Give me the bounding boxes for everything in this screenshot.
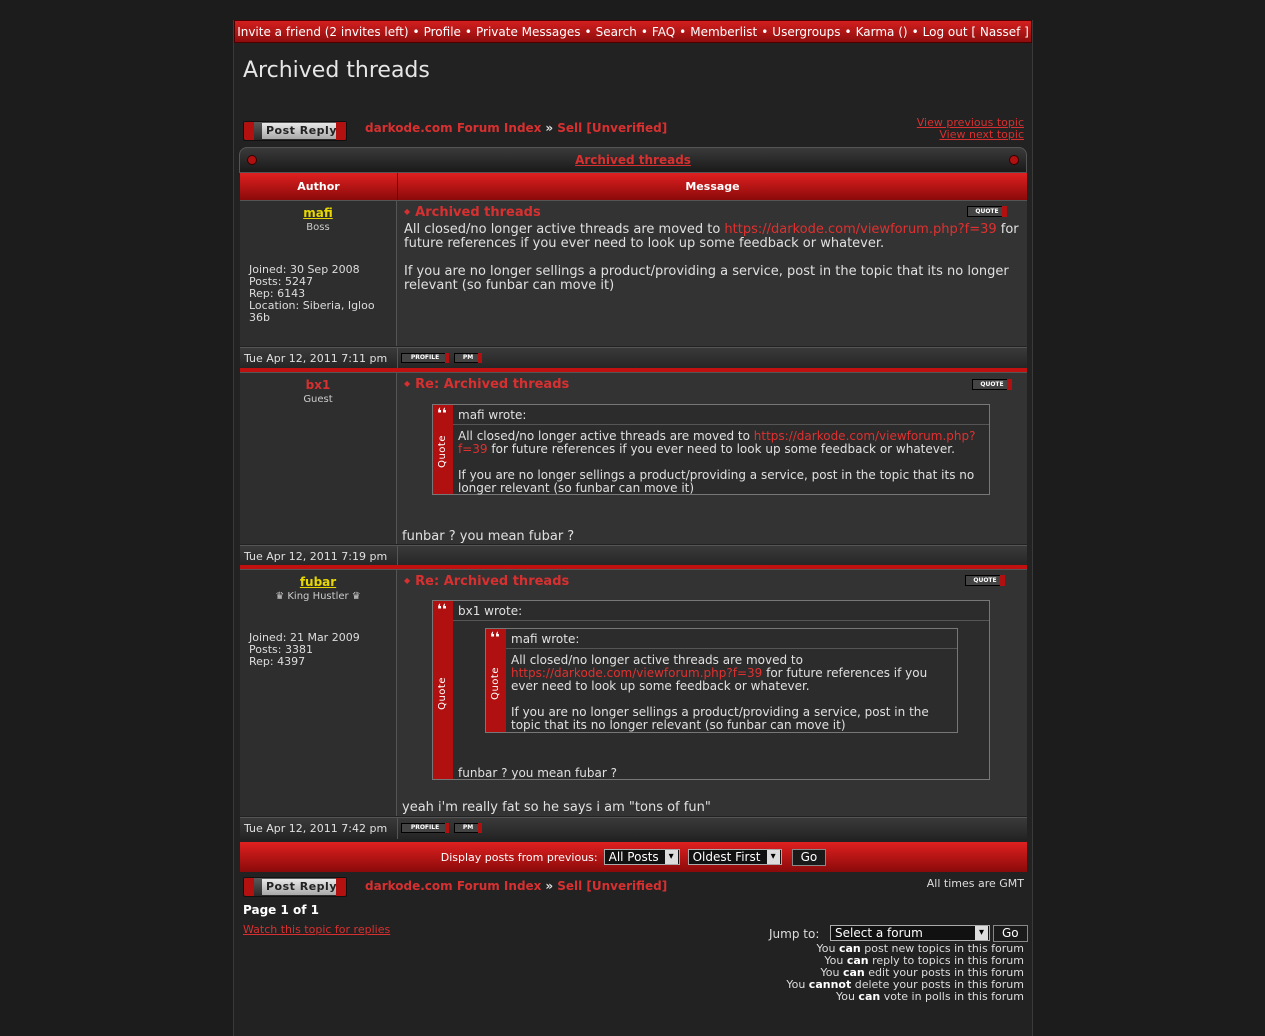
post-body: yeah i'm really fat so he says i am "ton… [402, 800, 711, 815]
author-username[interactable]: fubar [240, 575, 396, 589]
post-footer: Tue Apr 12, 2011 7:42 pm PROFILE PM [240, 817, 1027, 839]
quote-author: mafi wrote: [453, 405, 989, 425]
display-label: Display posts from previous: [440, 850, 598, 864]
nav-profile[interactable]: Profile [424, 25, 461, 39]
nav-usergroups[interactable]: Usergroups [772, 25, 840, 39]
page-title: Archived threads [243, 58, 430, 83]
quote-button[interactable]: QUOTE [965, 575, 1005, 586]
post-message: Archived threads All closed/no longer ac… [398, 201, 1027, 346]
quote-author: bx1 wrote: [453, 601, 989, 621]
post-footer: Tue Apr 12, 2011 7:19 pm [240, 545, 1027, 567]
quote-label: Quote [490, 667, 501, 700]
post-timestamp: Tue Apr 12, 2011 7:42 pm [244, 822, 388, 835]
quote-label: Quote [437, 435, 448, 468]
pm-button[interactable]: PM [454, 353, 482, 363]
quote-author: mafi wrote: [506, 629, 957, 649]
author-info: Joined: 21 Mar 2009 Posts: 3381 Rep: 439… [249, 631, 360, 668]
post-title: Re: Archived threads [404, 377, 1021, 392]
breadcrumb: darkode.com Forum Index» Sell [Unverified… [365, 121, 668, 135]
author-rank: ♛ King Hustler ♛ [275, 591, 361, 602]
pagination: Page 1 of 1 [243, 903, 319, 917]
column-message: Message [398, 173, 1027, 200]
nav-private-messages[interactable]: Private Messages [476, 25, 581, 39]
post-title: Re: Archived threads [404, 574, 1021, 589]
permission-line: You can vote in polls in this forum [835, 990, 1024, 1003]
breadcrumb-bottom: darkode.com Forum Index» Sell [Unverified… [365, 879, 668, 893]
quote-block-inner: ❛❛ Quote mafi wrote: All closed/no longer… [485, 628, 958, 733]
forum-permissions: You can post new topics in this forum Yo… [786, 943, 1024, 1003]
timezone-note: All times are GMT [926, 877, 1024, 890]
quote-body: All closed/no longer active threads are … [458, 429, 976, 495]
quote-button[interactable]: QUOTE [972, 379, 1012, 390]
breadcrumb-forum-index[interactable]: darkode.com Forum Index [365, 879, 541, 893]
nav-invite[interactable]: Invite a friend (2 invites left) [237, 25, 408, 39]
author-username[interactable]: bx1 [240, 378, 396, 392]
decorative-dot-icon [247, 155, 257, 165]
nav-search[interactable]: Search [596, 25, 637, 39]
post-timestamp: Tue Apr 12, 2011 7:19 pm [244, 550, 388, 563]
nav-logout[interactable]: Log out [ Nassef ] [923, 25, 1029, 39]
jump-to-select[interactable]: Select a forum [830, 925, 990, 941]
nav-memberlist[interactable]: Memberlist [690, 25, 757, 39]
quote-body: funbar ? you mean fubar ? [458, 766, 617, 780]
author-rank: Boss [306, 222, 330, 233]
view-next-topic-link[interactable]: View next topic [917, 129, 1024, 141]
post-author-panel: fubar ♛ King Hustler ♛ Joined: 21 Mar 20… [240, 570, 397, 816]
display-go-button[interactable]: Go [791, 848, 827, 866]
post-footer: Tue Apr 12, 2011 7:11 pm PROFILE PM [240, 347, 1027, 369]
quote-button[interactable]: QUOTE [967, 206, 1007, 217]
post-link[interactable]: https://darkode.com/viewforum.php?f=39 [724, 222, 996, 237]
topic-navigation: View previous topic View next topic [917, 117, 1024, 141]
top-navigation: Invite a friend (2 invites left) • Profil… [234, 20, 1032, 43]
author-info: Joined: 30 Sep 2008 Posts: 5247 Rep: 614… [249, 263, 375, 324]
quote-mark-icon: ❛❛ [437, 406, 447, 422]
post-title: Archived threads [404, 205, 1021, 220]
quote-body: All closed/no longer active threads are … [511, 653, 929, 732]
post-reply-label: Post Reply [262, 123, 341, 139]
post-message: Re: Archived threads QUOTE ❛❛ Quote mafi … [398, 373, 1027, 544]
display-options-bar: Display posts from previous: All Posts O… [240, 842, 1027, 872]
post-author-panel: bx1 Guest [240, 373, 397, 544]
sort-order-select[interactable]: Oldest First [687, 849, 782, 865]
posts-filter-select[interactable]: All Posts [603, 849, 680, 865]
post-1: mafi Boss Joined: 30 Sep 2008 Posts: 524… [240, 200, 1027, 346]
watch-topic-link[interactable]: Watch this topic for replies [243, 923, 390, 936]
post-reply-button[interactable]: Post Reply [243, 121, 347, 141]
nav-karma[interactable]: Karma () [856, 25, 908, 39]
decorative-dot-icon [1009, 155, 1019, 165]
quote-label: Quote [437, 677, 448, 710]
post-author-panel: mafi Boss Joined: 30 Sep 2008 Posts: 524… [240, 201, 397, 346]
quote-block-outer: ❛❛ Quote bx1 wrote: ❛❛ Quote mafi wrote: A… [432, 600, 990, 780]
jump-to-label: Jump to: [769, 927, 820, 941]
quote-block: ❛❛ Quote mafi wrote: All closed/no longer… [432, 404, 990, 495]
column-author: Author [240, 173, 397, 200]
post-message: Re: Archived threads QUOTE ❛❛ Quote bx1 w… [398, 570, 1027, 816]
post-timestamp: Tue Apr 12, 2011 7:11 pm [244, 352, 388, 365]
breadcrumb-forum[interactable]: Sell [Unverified] [557, 879, 667, 893]
profile-button[interactable]: PROFILE [401, 353, 449, 363]
author-username[interactable]: mafi [240, 206, 396, 220]
page-wrapper: Invite a friend (2 invites left) • Profil… [233, 20, 1033, 1036]
breadcrumb-forum-index[interactable]: darkode.com Forum Index [365, 121, 541, 135]
author-rank: Guest [303, 394, 333, 405]
post-3: fubar ♛ King Hustler ♛ Joined: 21 Mar 20… [240, 569, 1027, 816]
post-reply-label: Post Reply [262, 879, 341, 895]
quote-mark-icon: ❛❛ [437, 602, 447, 618]
topic-title-link[interactable]: Archived threads [575, 153, 691, 167]
breadcrumb-forum[interactable]: Sell [Unverified] [557, 121, 667, 135]
pm-button[interactable]: PM [454, 823, 482, 833]
quote-mark-icon: ❛❛ [490, 630, 500, 646]
post-2: bx1 Guest Re: Archived threads QUOTE ❛❛ Q… [240, 372, 1027, 544]
nav-faq[interactable]: FAQ [652, 25, 675, 39]
post-body: funbar ? you mean fubar ? [402, 529, 575, 544]
topic-header: Archived threads [239, 147, 1027, 173]
post-body: All closed/no longer active threads are … [404, 222, 1019, 293]
post-reply-button-bottom[interactable]: Post Reply [243, 877, 347, 897]
profile-button[interactable]: PROFILE [401, 823, 449, 833]
quote-link[interactable]: https://darkode.com/viewforum.php?f=39 [511, 666, 762, 680]
jump-go-button[interactable]: Go [993, 925, 1028, 942]
